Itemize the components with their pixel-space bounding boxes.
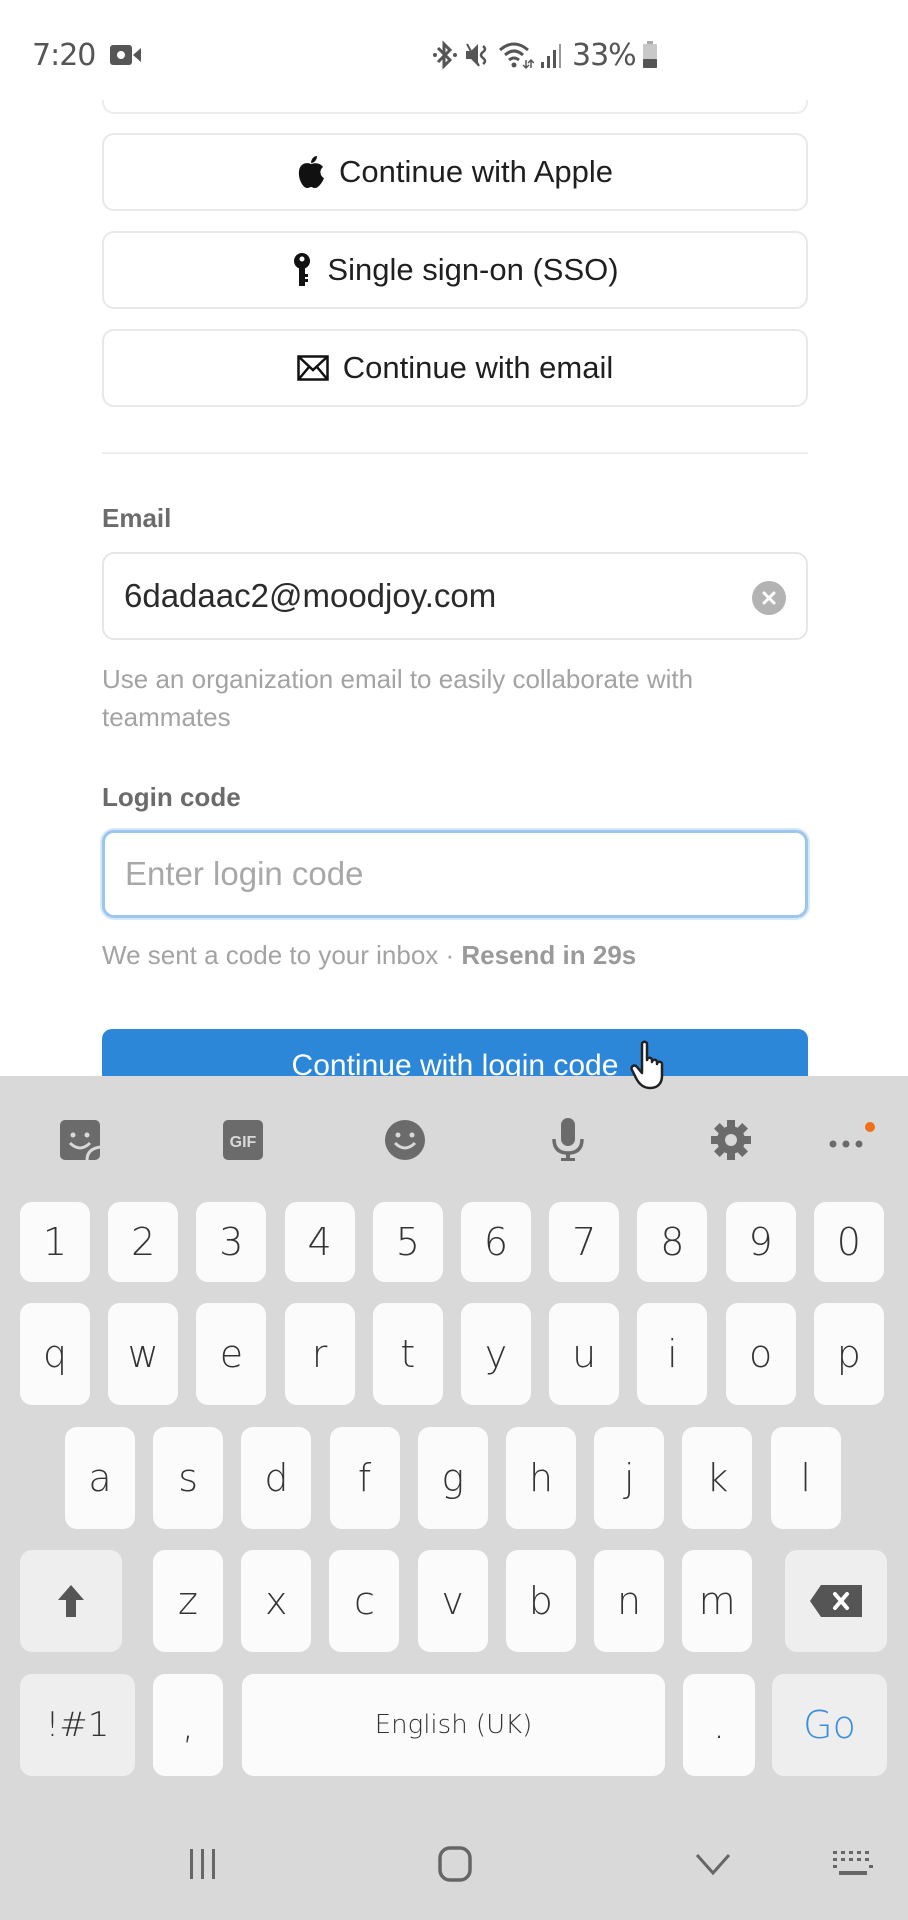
wifi-icon xyxy=(499,42,534,70)
key-icon xyxy=(294,253,311,286)
space-key[interactable]: English (UK) xyxy=(242,1674,665,1776)
keyboard: GIF 1234567890 qwertyuiop asdfghjkl zxcvbnm… xyxy=(0,1076,908,1920)
back-icon[interactable] xyxy=(693,1844,733,1884)
letter-key-e[interactable]: e xyxy=(196,1303,267,1405)
email-field[interactable]: 6dadaac2@moodjoy.com xyxy=(102,552,808,640)
number-key-3[interactable]: 3 xyxy=(196,1202,267,1282)
recents-icon[interactable] xyxy=(183,1844,223,1884)
email-value: 6dadaac2@moodjoy.com xyxy=(124,577,497,614)
email-label: Email xyxy=(102,503,172,533)
status-bar: 7:20 33% xyxy=(0,0,908,100)
go-key[interactable]: Go xyxy=(772,1674,887,1776)
shift-key[interactable] xyxy=(20,1550,122,1652)
letter-key-r[interactable]: r xyxy=(284,1303,355,1405)
sso-label: Single sign-on (SSO) xyxy=(327,252,619,287)
letter-key-t[interactable]: t xyxy=(372,1303,443,1405)
continue-with-email-button[interactable]: Continue with email xyxy=(102,329,808,407)
number-key-0[interactable]: 0 xyxy=(813,1202,884,1282)
login-code-label: Login code xyxy=(102,782,241,812)
notification-dot xyxy=(865,1122,875,1132)
gif-icon[interactable]: GIF xyxy=(221,1118,265,1162)
status-time: 7:20 xyxy=(32,38,96,73)
letter-key-z[interactable]: z xyxy=(153,1550,223,1652)
continue-with-email-label: Continue with email xyxy=(342,350,614,385)
apple-icon xyxy=(298,156,324,188)
comma-key[interactable]: , xyxy=(153,1674,223,1776)
sso-button[interactable]: Single sign-on (SSO) xyxy=(102,231,808,309)
screen-record-icon xyxy=(110,45,141,65)
letter-key-m[interactable]: m xyxy=(682,1550,753,1652)
sticker-icon[interactable] xyxy=(58,1118,102,1162)
letter-key-i[interactable]: i xyxy=(637,1303,708,1405)
number-key-7[interactable]: 7 xyxy=(549,1202,620,1282)
vibrate-icon xyxy=(466,43,487,67)
email-help-text: Use an organization email to easily coll… xyxy=(102,664,694,732)
bluetooth-icon xyxy=(433,40,457,70)
emoji-icon[interactable] xyxy=(383,1118,427,1162)
envelope-icon xyxy=(296,355,329,381)
home-icon[interactable] xyxy=(435,1844,475,1884)
login-code-placeholder: Enter login code xyxy=(125,855,364,892)
period-key[interactable]: . xyxy=(683,1674,755,1776)
shift-icon xyxy=(58,1585,84,1617)
keyboard-hide-icon[interactable] xyxy=(831,1844,875,1884)
letter-key-k[interactable]: k xyxy=(682,1427,753,1529)
more-icon[interactable] xyxy=(823,1118,883,1162)
divider xyxy=(102,452,808,454)
letter-key-l[interactable]: l xyxy=(770,1427,841,1529)
microphone-icon[interactable] xyxy=(546,1118,590,1162)
settings-icon[interactable] xyxy=(709,1118,753,1162)
letter-key-h[interactable]: h xyxy=(506,1427,576,1529)
letter-key-y[interactable]: y xyxy=(461,1303,531,1405)
login-code-hint: We sent a code to your inbox · Resend in… xyxy=(102,936,808,974)
letter-key-f[interactable]: f xyxy=(329,1427,400,1529)
letter-key-u[interactable]: u xyxy=(549,1303,620,1405)
battery-percent: 33% xyxy=(572,37,637,73)
number-key-5[interactable]: 5 xyxy=(372,1202,443,1282)
backspace-key[interactable] xyxy=(785,1550,887,1652)
number-key-1[interactable]: 1 xyxy=(20,1202,90,1282)
number-key-6[interactable]: 6 xyxy=(461,1202,531,1282)
letter-key-b[interactable]: b xyxy=(505,1550,576,1652)
number-key-2[interactable]: 2 xyxy=(108,1202,179,1282)
letter-key-g[interactable]: g xyxy=(417,1427,488,1529)
clear-email-button[interactable] xyxy=(752,581,786,615)
gif-label: GIF xyxy=(230,1134,257,1151)
number-key-9[interactable]: 9 xyxy=(725,1202,796,1282)
symbols-key[interactable]: !#1 xyxy=(20,1674,135,1776)
letter-key-j[interactable]: j xyxy=(594,1427,665,1529)
letter-key-o[interactable]: o xyxy=(725,1303,796,1405)
hand-cursor-icon xyxy=(630,1040,664,1090)
letter-key-n[interactable]: n xyxy=(594,1550,664,1652)
number-key-8[interactable]: 8 xyxy=(637,1202,708,1282)
letter-key-x[interactable]: x xyxy=(241,1550,312,1652)
status-icons: 33% xyxy=(432,37,658,73)
number-key-4[interactable]: 4 xyxy=(284,1202,355,1282)
letter-key-q[interactable]: q xyxy=(20,1303,90,1405)
resend-countdown[interactable]: Resend in 29s xyxy=(461,940,636,970)
backspace-icon xyxy=(810,1585,862,1617)
continue-with-apple-label: Continue with Apple xyxy=(338,154,614,189)
letter-key-p[interactable]: p xyxy=(813,1303,884,1405)
continue-with-apple-button[interactable]: Continue with Apple xyxy=(102,133,808,211)
battery-icon xyxy=(642,41,657,68)
signal-icon xyxy=(541,44,561,68)
close-icon xyxy=(762,591,776,605)
letter-key-s[interactable]: s xyxy=(153,1427,224,1529)
letter-key-v[interactable]: v xyxy=(417,1550,488,1652)
letter-key-a[interactable]: a xyxy=(65,1427,135,1529)
letter-key-c[interactable]: c xyxy=(329,1550,400,1652)
login-code-field[interactable]: Enter login code xyxy=(102,830,808,918)
hint-text: We sent a code to your inbox · xyxy=(102,940,462,970)
letter-key-w[interactable]: w xyxy=(108,1303,179,1405)
letter-key-d[interactable]: d xyxy=(241,1427,312,1529)
